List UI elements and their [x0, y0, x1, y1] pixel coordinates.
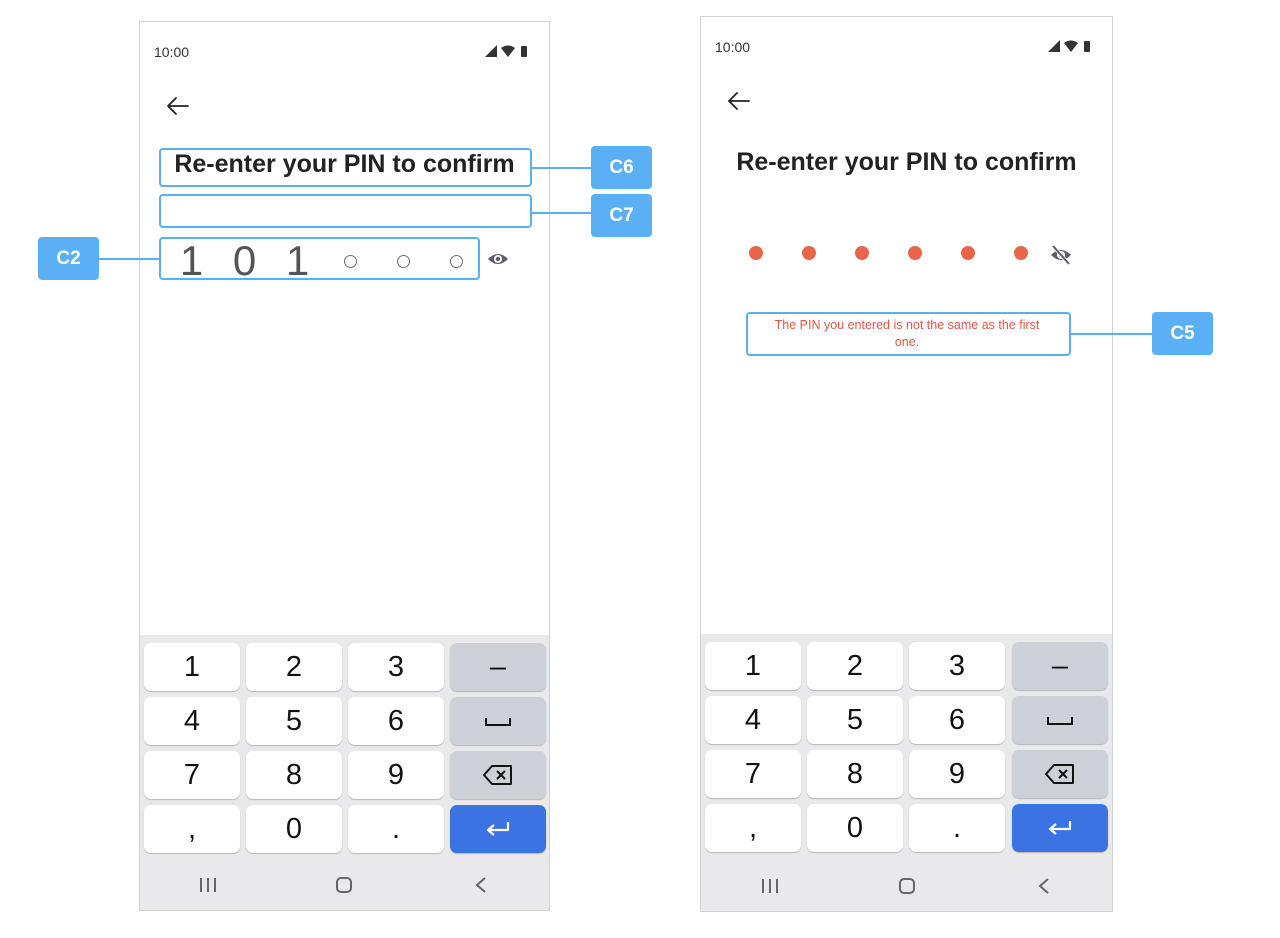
- key-backspace[interactable]: [1012, 750, 1108, 798]
- enter-icon: [486, 822, 510, 836]
- status-time: 10:00: [154, 44, 190, 60]
- status-icons: [485, 45, 527, 57]
- key-1[interactable]: 1: [144, 643, 240, 691]
- space-icon: [485, 718, 511, 726]
- status-icons: [1048, 40, 1090, 52]
- status-time: 10:00: [715, 39, 751, 55]
- pin-masked-dot: [835, 246, 888, 260]
- key-2[interactable]: 2: [246, 643, 342, 691]
- key-4[interactable]: 4: [705, 696, 801, 744]
- home-icon[interactable]: [872, 877, 942, 895]
- numeric-keyboard: 1 2 3 – 4 5 6 7 8 9 , 0 .: [701, 634, 1112, 911]
- key-comma[interactable]: ,: [144, 805, 240, 853]
- pin-masked-dot: [994, 246, 1047, 260]
- enter-icon: [1048, 821, 1072, 835]
- key-7[interactable]: 7: [144, 751, 240, 799]
- system-nav-bar: [140, 860, 549, 910]
- key-5[interactable]: 5: [807, 696, 903, 744]
- callout-connector-c2: [99, 258, 159, 260]
- back-nav-icon[interactable]: [1009, 877, 1079, 895]
- space-icon: [1047, 717, 1073, 725]
- back-nav-icon[interactable]: [446, 876, 516, 894]
- key-0[interactable]: 0: [246, 805, 342, 853]
- system-nav-bar: [701, 861, 1112, 911]
- callout-box-c2: [159, 237, 480, 280]
- key-6[interactable]: 6: [909, 696, 1005, 744]
- callout-badge-c5: C5: [1152, 312, 1213, 355]
- key-2[interactable]: 2: [807, 642, 903, 690]
- callout-connector-c5: [1071, 333, 1153, 335]
- pin-entry-field[interactable]: [729, 246, 1047, 260]
- key-space[interactable]: [450, 697, 546, 745]
- callout-connector-c7: [532, 212, 592, 214]
- backspace-icon: [483, 765, 512, 785]
- callout-badge-c6: C6: [591, 146, 652, 189]
- callout-badge-c2: C2: [38, 237, 99, 280]
- recents-icon[interactable]: [173, 877, 243, 893]
- key-comma[interactable]: ,: [705, 804, 801, 852]
- pin-masked-dot: [888, 246, 941, 260]
- key-8[interactable]: 8: [807, 750, 903, 798]
- callout-connector-c6: [532, 167, 592, 169]
- key-backspace[interactable]: [450, 751, 546, 799]
- key-0[interactable]: 0: [807, 804, 903, 852]
- key-1[interactable]: 1: [705, 642, 801, 690]
- pin-masked-dot: [782, 246, 835, 260]
- key-9[interactable]: 9: [909, 750, 1005, 798]
- key-6[interactable]: 6: [348, 697, 444, 745]
- callout-box-c6: [159, 148, 532, 187]
- back-arrow-icon[interactable]: [725, 87, 753, 115]
- key-3[interactable]: 3: [909, 642, 1005, 690]
- key-9[interactable]: 9: [348, 751, 444, 799]
- hide-pin-eye-off-icon[interactable]: [1049, 243, 1073, 267]
- show-pin-eye-icon[interactable]: [486, 247, 510, 271]
- numeric-keyboard: 1 2 3 – 4 5 6 7 8 9 , 0 .: [140, 635, 549, 910]
- key-dash[interactable]: –: [1012, 642, 1108, 690]
- key-3[interactable]: 3: [348, 643, 444, 691]
- backspace-icon: [1045, 764, 1074, 784]
- key-7[interactable]: 7: [705, 750, 801, 798]
- home-icon[interactable]: [309, 876, 379, 894]
- key-enter[interactable]: [450, 805, 546, 853]
- pin-masked-dot: [941, 246, 994, 260]
- callout-box-c7: [159, 194, 532, 228]
- key-period[interactable]: .: [348, 805, 444, 853]
- page-title: Re-enter your PIN to confirm: [736, 148, 1077, 176]
- key-5[interactable]: 5: [246, 697, 342, 745]
- key-period[interactable]: .: [909, 804, 1005, 852]
- key-enter[interactable]: [1012, 804, 1108, 852]
- key-dash[interactable]: –: [450, 643, 546, 691]
- key-4[interactable]: 4: [144, 697, 240, 745]
- key-space[interactable]: [1012, 696, 1108, 744]
- key-8[interactable]: 8: [246, 751, 342, 799]
- recents-icon[interactable]: [735, 878, 805, 894]
- callout-badge-c7: C7: [591, 194, 652, 237]
- phone-screen-right: 10:00 Re-enter your PIN to confirm The P…: [700, 16, 1113, 912]
- callout-box-c5: [746, 312, 1071, 356]
- pin-masked-dot: [729, 246, 782, 260]
- back-arrow-icon[interactable]: [164, 92, 192, 120]
